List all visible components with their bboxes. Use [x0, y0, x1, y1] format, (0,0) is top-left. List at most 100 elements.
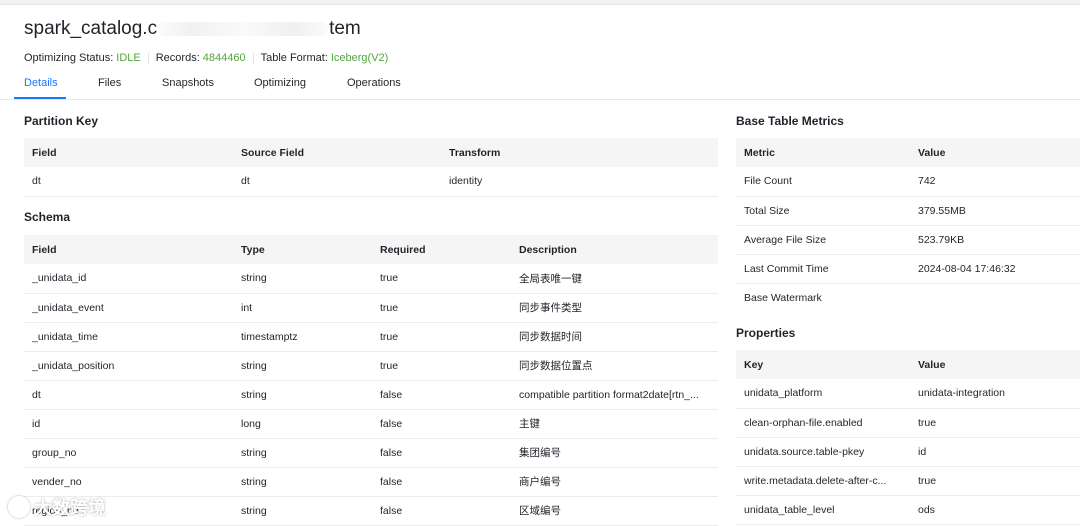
- table-cell: [910, 283, 1080, 312]
- meta-divider: [252, 52, 254, 64]
- table-cell: File Count: [736, 167, 910, 197]
- tab-bar: Details Files Snapshots Optimizing Opera…: [0, 70, 1080, 100]
- table-cell: _unidata_event: [24, 293, 233, 323]
- table-cell: _unidata_time: [24, 322, 233, 352]
- table-cell: true: [372, 351, 511, 381]
- records-label: Records:: [155, 52, 200, 64]
- table-format-label: Table Format:: [260, 52, 328, 64]
- table-row: File Count 742: [736, 167, 1080, 197]
- table-row: write.metadata.delete-after-c... true: [736, 466, 1080, 496]
- column-header: Source Field: [233, 138, 441, 167]
- schema-title: Schema: [24, 210, 71, 224]
- table-cell: id: [910, 437, 1080, 467]
- table-cell: false: [372, 380, 511, 410]
- optimizing-status-value: IDLE: [116, 52, 141, 64]
- table-cell: _unidata_position: [24, 351, 233, 381]
- table-cell: true: [372, 322, 511, 352]
- table-cell: identity: [441, 167, 718, 197]
- column-header: Field: [24, 235, 233, 264]
- table-cell: ods: [910, 495, 1080, 525]
- table-cell: 全局表唯一键: [511, 264, 718, 294]
- table-row: dt string false compatible partition for…: [24, 380, 718, 410]
- table-cell: 同步数据时间: [511, 322, 718, 352]
- table-row: dt dt identity: [24, 167, 718, 197]
- table-cell: 同步事件类型: [511, 293, 718, 323]
- watermark: 大数跨境: [8, 494, 106, 520]
- table-row: Average File Size 523.79KB: [736, 225, 1080, 255]
- table-cell: 742: [910, 167, 1080, 197]
- title-prefix: spark_catalog.c: [24, 18, 158, 39]
- column-header: Description: [511, 235, 718, 264]
- redacted-region: [158, 21, 329, 36]
- partition-key-title: Partition Key: [24, 114, 99, 128]
- table-cell: compatible partition format2date[rtn_...: [511, 380, 718, 410]
- base-table-metrics-table: Metric Value File Count 742 Total Size 3…: [736, 138, 1080, 312]
- table-cell: id: [24, 409, 233, 439]
- table-cell: 523.79KB: [910, 225, 1080, 255]
- table-cell: Last Commit Time: [736, 254, 910, 284]
- meta-divider: [147, 52, 149, 64]
- table-cell: 同步数据位置点: [511, 351, 718, 381]
- table-cell: _unidata_id: [24, 264, 233, 294]
- table-row: region_no string false 区域编号: [24, 496, 718, 526]
- table-row: unidata_platform unidata-integration: [736, 379, 1080, 409]
- table-cell: string: [233, 496, 372, 526]
- column-header: Value: [910, 138, 1080, 167]
- table-cell: dt: [233, 167, 441, 197]
- table-cell: int: [233, 293, 372, 323]
- table-cell: string: [233, 264, 372, 294]
- column-header: Field: [24, 138, 233, 167]
- table-cell: Base Watermark: [744, 291, 822, 304]
- table-row: _unidata_id string true 全局表唯一键: [24, 264, 718, 294]
- table-row: Base Watermark: [736, 283, 1080, 312]
- table-cell: unidata_platform: [736, 379, 910, 409]
- table-header-row: Field Type Required Description: [24, 235, 718, 264]
- table-cell: true: [910, 466, 1080, 496]
- table-cell: 379.55MB: [910, 196, 1080, 226]
- page-title: spark_catalog.c tem: [24, 18, 361, 40]
- table-cell: dt: [24, 167, 233, 197]
- title-suffix: tem: [329, 18, 361, 39]
- tab-snapshots[interactable]: Snapshots: [162, 77, 214, 89]
- table-row: group_no string false 集团编号: [24, 438, 718, 468]
- watermark-text: 大数跨境: [34, 498, 106, 518]
- table-cell: unidata-integration: [910, 379, 1080, 409]
- table-row: vender_no string false 商户编号: [24, 467, 718, 497]
- table-row: _unidata_event int true 同步事件类型: [24, 293, 718, 323]
- table-cell: string: [233, 380, 372, 410]
- table-cell: 集团编号: [511, 438, 718, 468]
- table-cell: dt: [24, 380, 233, 410]
- tab-files[interactable]: Files: [98, 77, 121, 89]
- records-value: 4844460: [202, 52, 246, 64]
- optimizing-status-label: Optimizing Status:: [24, 52, 114, 64]
- column-header: Required: [372, 235, 511, 264]
- table-cell: true: [372, 293, 511, 323]
- column-header: Key: [736, 350, 910, 379]
- column-header: Transform: [441, 138, 718, 167]
- properties-table: Key Value unidata_platform unidata-integ…: [736, 350, 1080, 525]
- table-cell: clean-orphan-file.enabled: [736, 408, 910, 438]
- table-cell: group_no: [24, 438, 233, 468]
- table-cell: 2024-08-04 17:46:32: [910, 254, 1080, 284]
- column-header: Metric: [736, 138, 910, 167]
- table-row: id long false 主键: [24, 409, 718, 439]
- table-cell: Total Size: [736, 196, 910, 226]
- table-cell: false: [372, 438, 511, 468]
- table-cell: string: [233, 351, 372, 381]
- base-table-metrics-title: Base Table Metrics: [736, 114, 844, 128]
- top-divider: [0, 0, 1080, 5]
- table-cell: 区域编号: [511, 496, 718, 526]
- table-header-row: Key Value: [736, 350, 1080, 379]
- table-row: unidata_table_level ods: [736, 495, 1080, 525]
- tab-details[interactable]: Details: [24, 77, 58, 89]
- active-tab-indicator: [14, 97, 66, 99]
- table-cell: unidata.source.table-pkey: [736, 437, 910, 467]
- table-row: Total Size 379.55MB: [736, 196, 1080, 226]
- table-cell: Average File Size: [736, 225, 910, 255]
- tab-optimizing[interactable]: Optimizing: [254, 77, 306, 89]
- table-cell: false: [372, 496, 511, 526]
- table-cell: false: [372, 409, 511, 439]
- tab-operations[interactable]: Operations: [347, 77, 401, 89]
- table-row: clean-orphan-file.enabled true: [736, 408, 1080, 438]
- table-header-row: Metric Value: [736, 138, 1080, 167]
